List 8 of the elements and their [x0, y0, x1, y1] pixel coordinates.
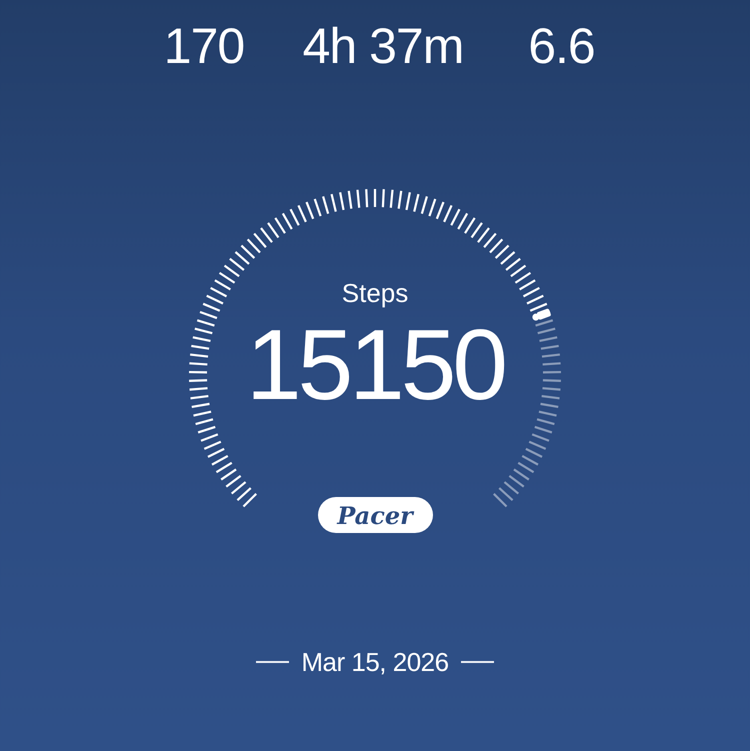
logo: Pacer: [318, 497, 432, 533]
date-label: Mar 15, 2026: [301, 647, 449, 677]
stat-value: 4h 37m: [302, 18, 464, 76]
gauge-label: Steps: [342, 278, 408, 308]
step-count: 15150: [246, 310, 504, 420]
progress-marker: [532, 308, 552, 321]
stat-value: 170: [162, 18, 246, 76]
stat-value: 6.6: [527, 18, 596, 76]
